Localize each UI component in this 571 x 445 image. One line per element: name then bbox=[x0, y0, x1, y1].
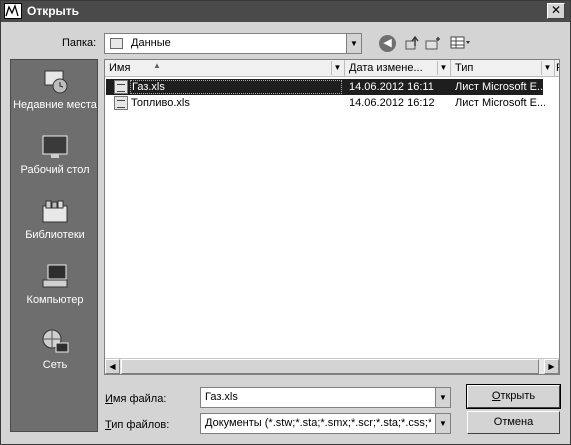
scroll-left-icon[interactable]: ◀ bbox=[105, 359, 120, 374]
open-file-dialog: Открыть ✕ Папка: Данные ▼ ◀ Недавние мес… bbox=[0, 0, 571, 445]
folder-combo[interactable]: Данные ▼ bbox=[104, 33, 362, 54]
excel-file-icon bbox=[114, 96, 128, 110]
file-name: Топливо.xls bbox=[131, 97, 190, 109]
scrollbar-thumb[interactable] bbox=[121, 359, 539, 374]
chevron-down-icon[interactable]: ▼ bbox=[437, 61, 449, 75]
computer-icon bbox=[40, 263, 70, 291]
place-desktop[interactable]: Рабочий стол bbox=[11, 133, 99, 177]
place-computer[interactable]: Компьютер bbox=[11, 263, 99, 307]
cancel-button[interactable]: Отмена bbox=[467, 411, 560, 434]
file-row[interactable]: Топливо.xls 14.06.2012 16:12 Лист Micros… bbox=[106, 95, 545, 111]
file-date: 14.06.2012 16:12 bbox=[349, 97, 435, 109]
back-icon[interactable]: ◀ bbox=[379, 35, 396, 52]
title-bar[interactable]: Открыть ✕ bbox=[1, 1, 570, 22]
column-header-label: Дата измене... bbox=[349, 62, 423, 74]
chevron-down-icon[interactable]: ▼ bbox=[331, 61, 343, 75]
filename-label: Имя файла: bbox=[105, 393, 167, 405]
file-list[interactable]: Имя ▲ ▼ Дата измене... ▼ Тип ▼ Р Газ.xls… bbox=[104, 59, 560, 375]
new-folder-icon[interactable] bbox=[425, 35, 443, 51]
libraries-icon bbox=[40, 198, 70, 226]
column-header-type[interactable]: Тип ▼ bbox=[451, 60, 555, 77]
place-label: Недавние места bbox=[13, 99, 97, 111]
filetype-label: Тип файлов: bbox=[105, 419, 170, 431]
views-menu-icon[interactable] bbox=[450, 35, 474, 51]
folder-combo-value: Данные bbox=[131, 37, 171, 49]
place-label: Компьютер bbox=[26, 294, 84, 306]
column-header-date[interactable]: Дата измене... ▼ bbox=[345, 60, 451, 77]
file-name: Газ.xls bbox=[130, 80, 342, 94]
place-network[interactable]: Сеть bbox=[11, 328, 99, 372]
place-recent[interactable]: Недавние места bbox=[11, 68, 99, 112]
chevron-down-icon[interactable]: ▼ bbox=[346, 34, 361, 53]
open-button[interactable]: Открыть bbox=[466, 384, 561, 409]
folder-icon bbox=[110, 38, 123, 49]
file-row[interactable]: Газ.xls 14.06.2012 16:11 Лист Microsoft … bbox=[106, 79, 545, 95]
window-title: Открыть bbox=[27, 4, 80, 18]
app-icon bbox=[4, 3, 22, 19]
place-label: Рабочий стол bbox=[20, 164, 90, 176]
desktop-icon bbox=[40, 133, 70, 161]
column-header-label: Имя bbox=[109, 62, 131, 74]
horizontal-scrollbar[interactable]: ◀ ▶ bbox=[105, 358, 559, 374]
file-date: 14.06.2012 16:11 bbox=[349, 81, 434, 93]
column-header-label: Р bbox=[556, 62, 559, 74]
close-button[interactable]: ✕ bbox=[547, 3, 565, 19]
place-label: Сеть bbox=[42, 359, 68, 371]
network-icon bbox=[40, 328, 70, 356]
chevron-down-icon[interactable]: ▼ bbox=[435, 414, 450, 433]
column-header-size[interactable]: Р bbox=[555, 60, 559, 77]
file-type: Лист Microsoft E... bbox=[455, 81, 545, 93]
column-header-label: Тип bbox=[455, 62, 474, 74]
place-label: Библиотеки bbox=[25, 229, 85, 241]
sort-ascending-icon: ▲ bbox=[153, 61, 161, 70]
filetype-value: Документы (*.stw;*.sta;*.smx;*.scr;*.sta… bbox=[205, 417, 431, 429]
file-type: Лист Microsoft E... bbox=[455, 97, 545, 109]
excel-file-icon bbox=[114, 80, 128, 94]
place-libraries[interactable]: Библиотеки bbox=[11, 198, 99, 242]
filename-input[interactable]: Газ.xls ▼ bbox=[200, 387, 451, 408]
places-bar: Недавние места Рабочий стол Библиотеки К… bbox=[10, 59, 98, 432]
chevron-down-icon[interactable]: ▼ bbox=[541, 61, 553, 75]
scroll-right-icon[interactable]: ▶ bbox=[544, 359, 559, 374]
column-header-name[interactable]: Имя ▲ ▼ bbox=[105, 60, 345, 77]
recent-places-icon bbox=[40, 68, 70, 96]
folder-label: Папка: bbox=[62, 37, 97, 49]
filetype-select[interactable]: Документы (*.stw;*.sta;*.smx;*.scr;*.sta… bbox=[200, 413, 451, 434]
filename-value: Газ.xls bbox=[205, 391, 238, 403]
chevron-down-icon[interactable]: ▼ bbox=[435, 388, 450, 407]
up-folder-icon[interactable] bbox=[403, 35, 421, 51]
